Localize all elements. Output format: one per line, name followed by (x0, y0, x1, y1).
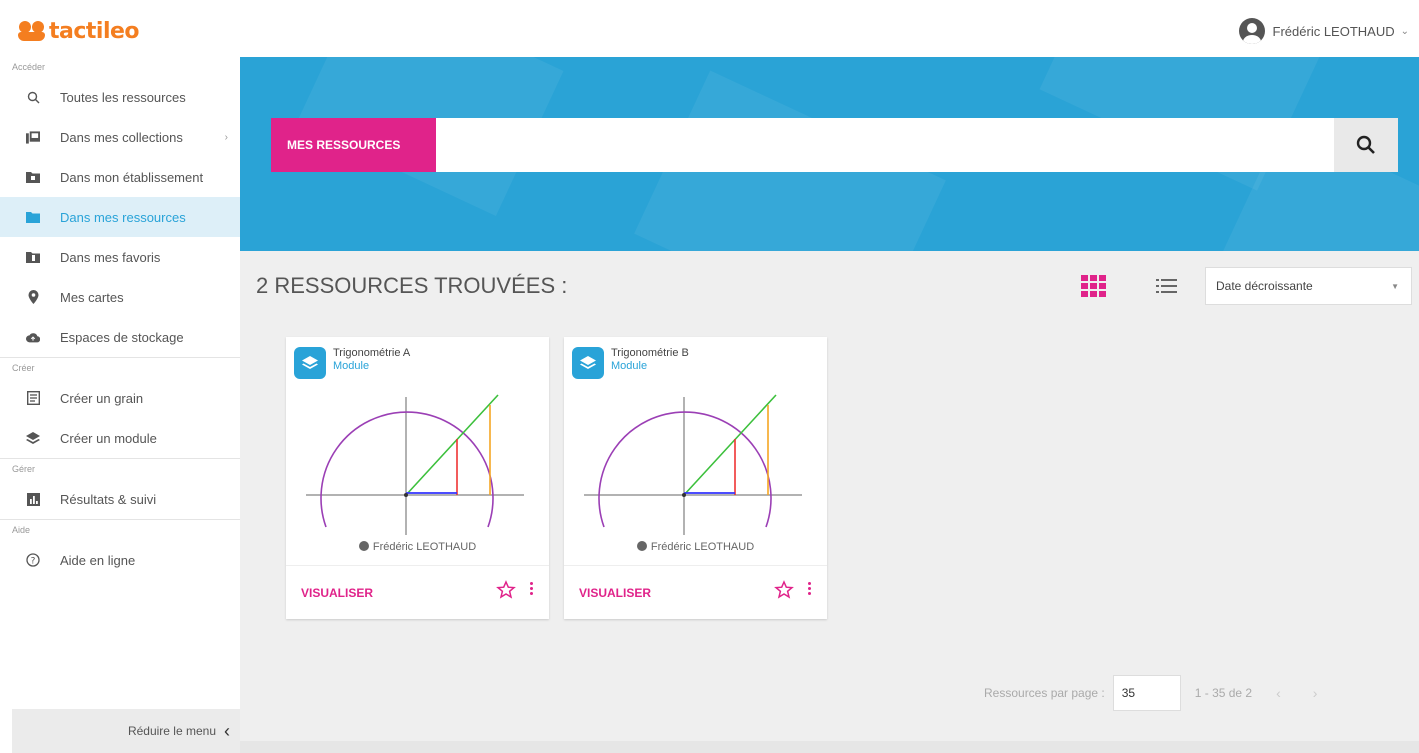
chevron-left-icon: ‹ (224, 720, 230, 741)
search-icon (1356, 135, 1375, 154)
page-range: 1 - 35 de 2 (1194, 686, 1253, 700)
map-pin-icon (26, 290, 40, 304)
star-icon[interactable] (496, 580, 516, 600)
sidebar-item-label: Créer un grain (60, 390, 144, 406)
logo-icon (18, 20, 46, 43)
search-scope-tab[interactable]: MES RESSOURCES (271, 118, 436, 172)
section-label-manage: Gérer (12, 464, 36, 474)
top-bar: tactileo Frédéric LEOTHAUD ⌄ (0, 0, 1419, 57)
grid-view-icon[interactable] (1081, 275, 1109, 299)
folder-icon (26, 210, 40, 224)
bottom-strip (240, 741, 1419, 753)
sidebar-item-create-grain[interactable]: Créer un grain (0, 378, 240, 418)
chevron-down-icon: ⌄ (1400, 25, 1409, 37)
per-page-label: Ressources par page : (984, 686, 1105, 700)
card-header: Trigonométrie A Module (294, 347, 410, 379)
sidebar-item-results[interactable]: Résultats & suivi (0, 479, 240, 519)
card-footer: VISUALISER (564, 565, 827, 619)
sidebar-item-collections[interactable]: Dans mes collections › (0, 117, 240, 157)
help-icon: ? (26, 553, 40, 567)
section-label-help: Aide (12, 525, 31, 535)
search-bar: MES RESSOURCES (271, 118, 1398, 172)
logo[interactable]: tactileo (18, 19, 140, 44)
next-page-button[interactable]: › (1313, 685, 1318, 701)
more-options-icon[interactable] (806, 580, 812, 600)
logo-text: tactileo (49, 19, 140, 44)
card-title[interactable]: Trigonométrie B (611, 347, 689, 360)
sidebar: Accéder Toutes les ressources Dans mes c… (0, 57, 240, 753)
sidebar-item-create-module[interactable]: Créer un module (0, 418, 240, 458)
sidebar-item-online-help[interactable]: ? Aide en ligne (0, 540, 240, 580)
module-icon (572, 347, 604, 379)
chart-icon (26, 492, 40, 506)
per-page-input[interactable]: 35 (1112, 675, 1181, 711)
more-options-icon[interactable] (528, 580, 534, 600)
sidebar-item-label: Dans mon établissement (60, 169, 204, 185)
visualize-button[interactable]: VISUALISER (301, 586, 373, 600)
sort-select[interactable]: Date décroissante ▼ (1205, 267, 1412, 305)
avatar-icon (1238, 18, 1265, 44)
svg-text:?: ? (31, 557, 36, 567)
star-icon[interactable] (774, 580, 794, 600)
search-button[interactable] (1334, 118, 1398, 172)
sidebar-item-maps[interactable]: Mes cartes (0, 277, 240, 317)
layers-icon (26, 431, 40, 445)
module-icon (294, 347, 326, 379)
pagination: Ressources par page : 35 1 - 35 de 2 ‹ › (984, 675, 1317, 711)
sidebar-item-label: Mes cartes (60, 289, 124, 305)
card-footer: VISUALISER (286, 565, 549, 619)
sidebar-item-all-resources[interactable]: Toutes les ressources (0, 77, 240, 117)
previous-page-button[interactable]: ‹ (1276, 685, 1281, 701)
sidebar-item-label: Dans mes collections (60, 129, 183, 145)
user-menu[interactable]: Frédéric LEOTHAUD ⌄ (1238, 18, 1409, 44)
sidebar-item-label: Aide en ligne (60, 552, 136, 568)
search-icon (26, 90, 40, 104)
resource-card[interactable]: Trigonométrie A Module Frédéric LEOTHAUD… (286, 337, 549, 619)
card-author: Frédéric LEOTHAUD (286, 541, 549, 553)
card-author: Frédéric LEOTHAUD (564, 541, 827, 553)
sidebar-item-storage[interactable]: Espaces de stockage (0, 317, 240, 357)
user-icon (358, 541, 369, 551)
collapse-menu-label: Réduire le menu (127, 724, 216, 738)
card-type: Module (333, 360, 370, 372)
sidebar-item-label: Espaces de stockage (60, 329, 184, 345)
sidebar-item-label: Toutes les ressources (60, 89, 186, 105)
sidebar-item-establishment[interactable]: Dans mon établissement (0, 157, 240, 197)
card-header: Trigonométrie B Module (572, 347, 689, 379)
sidebar-item-my-resources[interactable]: Dans mes ressources (0, 197, 240, 237)
card-author-name: Frédéric LEOTHAUD (650, 541, 755, 553)
sort-select-value: Date décroissante (1216, 279, 1313, 293)
collapse-menu-button[interactable]: Réduire le menu ‹ (12, 709, 240, 753)
user-name: Frédéric LEOTHAUD (1272, 23, 1395, 39)
resource-card[interactable]: Trigonométrie B Module Frédéric LEOTHAUD… (564, 337, 827, 619)
section-label-access: Accéder (12, 62, 46, 72)
card-type: Module (611, 360, 648, 372)
dropdown-arrow-icon: ▼ (1391, 281, 1399, 291)
cloud-icon (26, 330, 40, 344)
collections-icon (26, 130, 40, 144)
chevron-right-icon: › (224, 131, 228, 143)
grain-icon (26, 391, 40, 405)
favorites-folder-icon (26, 250, 40, 264)
card-author-name: Frédéric LEOTHAUD (372, 541, 477, 553)
list-view-icon[interactable] (1152, 275, 1182, 297)
results-title: 2 RESSOURCES TROUVÉES : (256, 273, 568, 298)
sidebar-item-favorites[interactable]: Dans mes favoris (0, 237, 240, 277)
trigonometry-circle-thumbnail (584, 394, 802, 535)
sidebar-item-label: Résultats & suivi (60, 491, 157, 507)
user-icon (636, 541, 647, 551)
results-area: 2 RESSOURCES TROUVÉES : Date décroissant… (240, 251, 1419, 741)
sidebar-item-label: Créer un module (60, 430, 157, 446)
section-label-create: Créer (12, 363, 35, 373)
visualize-button[interactable]: VISUALISER (579, 586, 651, 600)
sidebar-item-label: Dans mes ressources (60, 209, 186, 225)
sidebar-item-label: Dans mes favoris (60, 249, 161, 265)
school-folder-icon (26, 170, 40, 184)
trigonometry-circle-thumbnail (306, 394, 524, 535)
card-title[interactable]: Trigonométrie A (333, 347, 410, 360)
search-input[interactable] (436, 118, 1334, 172)
